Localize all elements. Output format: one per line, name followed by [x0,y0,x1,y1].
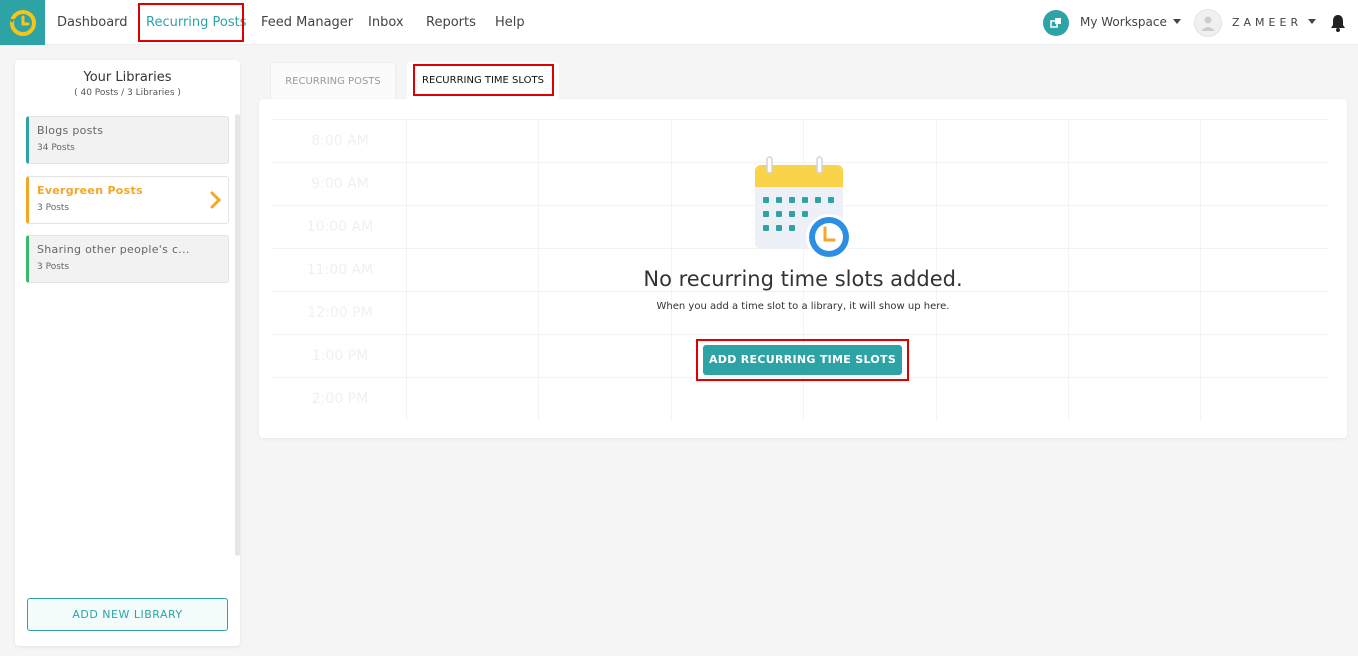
time-label: 1:00 PM [311,348,369,364]
library-name: Sharing other people's c... [37,243,190,256]
chevron-down-icon [1172,19,1181,24]
libraries-title: Your Libraries [83,70,172,85]
tab-recurring-time-slots[interactable]: RECURRING TIME SLOTS [407,62,559,99]
nav-help[interactable]: Help [495,0,525,45]
nav-dashboard[interactable]: Dashboard [57,0,128,45]
time-slots-panel: 8:00 AM 9:00 AM 10:00 AM 11:00 AM 12:00 … [259,99,1347,438]
libraries-summary: ( 40 Posts / 3 Libraries ) [74,88,181,98]
sidebar-scrollbar[interactable] [235,114,240,556]
library-post-count: 3 Posts [37,203,70,213]
calendar-clock-icon [755,156,852,260]
add-new-library-button[interactable]: ADD NEW LIBRARY [27,598,228,631]
schedule-row: 12:00 PM [273,291,1329,334]
library-item-evergreen-posts[interactable]: Evergreen Posts 3 Posts [26,176,229,224]
time-label: 10:00 AM [306,219,374,235]
nav-recurring-posts[interactable]: Recurring Posts [146,0,247,45]
workspace-name: My Workspace [1080,15,1167,29]
library-name: Evergreen Posts [37,184,143,197]
time-label: 8:00 AM [311,133,369,149]
user-avatar-icon [1201,16,1215,31]
add-recurring-time-slots-button[interactable]: ADD RECURRING TIME SLOTS [703,345,902,375]
avatar[interactable] [1194,9,1222,37]
chevron-right-icon [210,191,222,209]
user-name: ZAMEER [1232,16,1303,29]
empty-state-title: No recurring time slots added. [643,267,963,291]
chevron-down-icon [1308,19,1317,24]
workspace-dropdown[interactable]: My Workspace [1080,0,1181,45]
library-item-sharing-other-peoples[interactable]: Sharing other people's c... 3 Posts [26,235,229,283]
schedule-row: 2:00 PM [273,377,1329,420]
library-item-blogs-posts[interactable]: Blogs posts 34 Posts [26,116,229,164]
library-post-count: 3 Posts [37,262,70,272]
time-label: 9:00 AM [311,176,369,192]
clock-logo-icon [8,9,36,36]
nav-inbox[interactable]: Inbox [368,0,404,45]
time-label: 2:00 PM [311,391,369,407]
app-logo[interactable] [0,0,45,45]
user-menu-dropdown[interactable]: ZAMEER [1232,0,1317,45]
time-label: 12:00 PM [307,305,373,321]
top-navbar: Dashboard Recurring Posts Feed Manager I… [0,0,1358,45]
bell-icon[interactable] [1330,14,1346,32]
empty-state-subtitle: When you add a time slot to a library, i… [656,301,950,312]
workspace-icon[interactable] [1043,10,1069,36]
nav-reports[interactable]: Reports [426,0,476,45]
libraries-sidebar: Your Libraries ( 40 Posts / 3 Libraries … [15,60,240,646]
tab-recurring-posts[interactable]: RECURRING POSTS [270,62,396,99]
library-name: Blogs posts [37,124,104,137]
nav-feed-manager[interactable]: Feed Manager [261,0,353,45]
library-post-count: 34 Posts [37,143,75,153]
